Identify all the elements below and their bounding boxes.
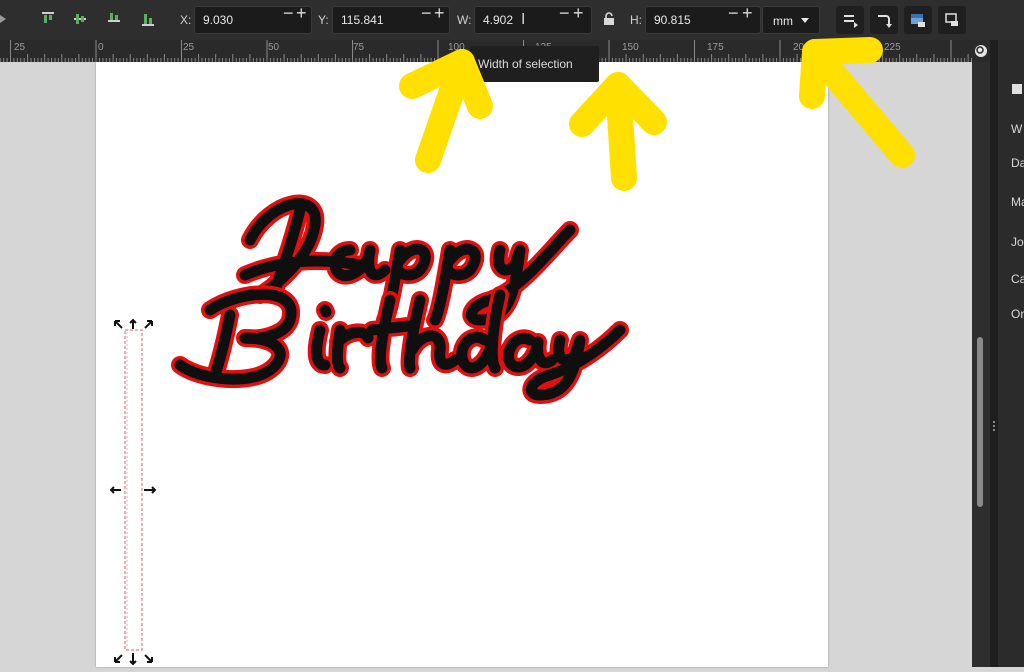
- arrow-lock-icon: [569, 72, 667, 191]
- annotation-overlay: [399, 37, 915, 191]
- arrow-unit-icon: [799, 37, 915, 168]
- arrow-width-icon: [399, 49, 493, 173]
